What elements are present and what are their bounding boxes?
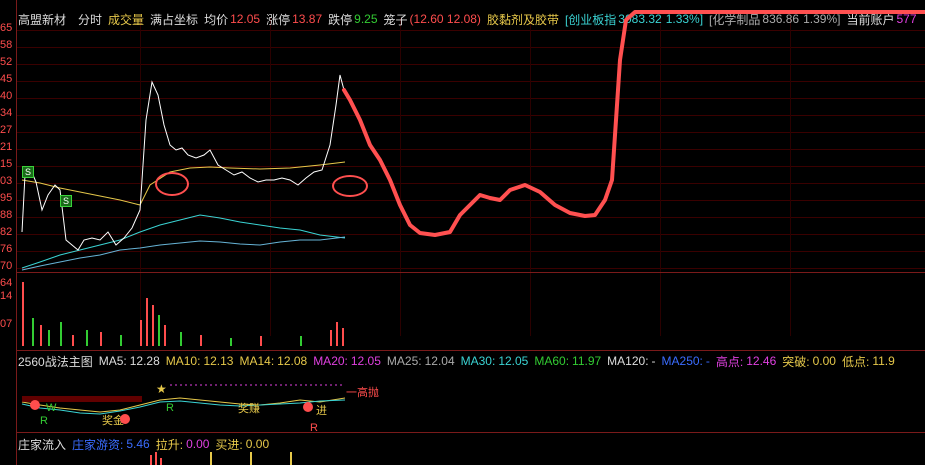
signal-dot-icon [30, 400, 40, 410]
annotation-circle-left [155, 172, 189, 196]
sell-signal-badge[interactable]: S [60, 195, 72, 207]
buy-value: 0.00 [245, 437, 270, 451]
volume-bars [22, 282, 344, 346]
main-chart-title[interactable]: 2560战法主图 [18, 353, 93, 370]
star-icon: ★ [156, 382, 167, 396]
r-signal: R [40, 415, 48, 427]
ma30-value: 12.05 [498, 354, 529, 368]
entry-label: 进 [316, 405, 327, 417]
break-label: 突破: [782, 354, 810, 369]
ma120-value: - [651, 354, 656, 368]
r-signal: R [310, 422, 318, 434]
r-signal: R [166, 402, 174, 414]
flow-label: 庄家游资: [72, 437, 124, 452]
high-value: 12.46 [746, 354, 777, 368]
ma-line-cyan-2 [21, 236, 346, 271]
ma-indicator-bar: 2560战法主图 MA5: 12.28 MA10: 12.13 MA14: 12… [18, 353, 925, 369]
ma30-label: MA30: [460, 354, 496, 368]
ma20-value: 12.05 [350, 354, 381, 368]
high-sell-label: 一高抛 [346, 387, 379, 399]
buy-label: 买进: [215, 437, 243, 452]
ma25-value: 12.04 [424, 354, 455, 368]
signal-dot-icon [120, 414, 130, 424]
ma10-value: 12.13 [203, 354, 234, 368]
indicator-signals: W R R R 奖金 奖赚 进 一高抛 ★ [16, 372, 925, 434]
annotation-hand-line [342, 10, 925, 237]
ma20-label: MA20: [313, 354, 348, 368]
bonus-label: 奖赚 [238, 403, 260, 415]
ma25-label: MA25: [386, 354, 422, 368]
ma120-label: MA120: [607, 354, 649, 368]
break-value: 0.00 [812, 354, 836, 368]
up-value: 0.00 [186, 437, 210, 451]
ma14-label: MA14: [239, 354, 275, 368]
low-value: 11.9 [872, 354, 895, 368]
w-signal: W [46, 402, 57, 414]
ma14-value: 12.08 [277, 354, 308, 368]
ma60-label: MA60: [534, 354, 570, 368]
ma10-label: MA10: [165, 354, 201, 368]
flow-bars [150, 452, 292, 465]
sell-signal-badge[interactable]: S [22, 166, 34, 178]
ma250-value: - [705, 354, 710, 368]
flow-title[interactable]: 庄家流入 [18, 436, 66, 453]
ma250-label: MA250: [661, 354, 703, 368]
up-label: 拉升: [155, 437, 184, 452]
ma60-value: 11.97 [572, 354, 602, 368]
flow-indicator-bar: 庄家流入 庄家游资: 5.46 拉升: 0.00 买进: 0.00 [18, 436, 925, 452]
annotation-circle-right [332, 175, 368, 197]
low-label: 低点: [841, 354, 870, 369]
ma5-value: 12.28 [129, 354, 160, 368]
high-label: 高点: [715, 354, 744, 369]
ma5-label: MA5: [98, 354, 127, 368]
flow-value: 5.46 [126, 437, 150, 451]
signal-dot-icon [303, 402, 313, 412]
price-line [21, 74, 345, 251]
